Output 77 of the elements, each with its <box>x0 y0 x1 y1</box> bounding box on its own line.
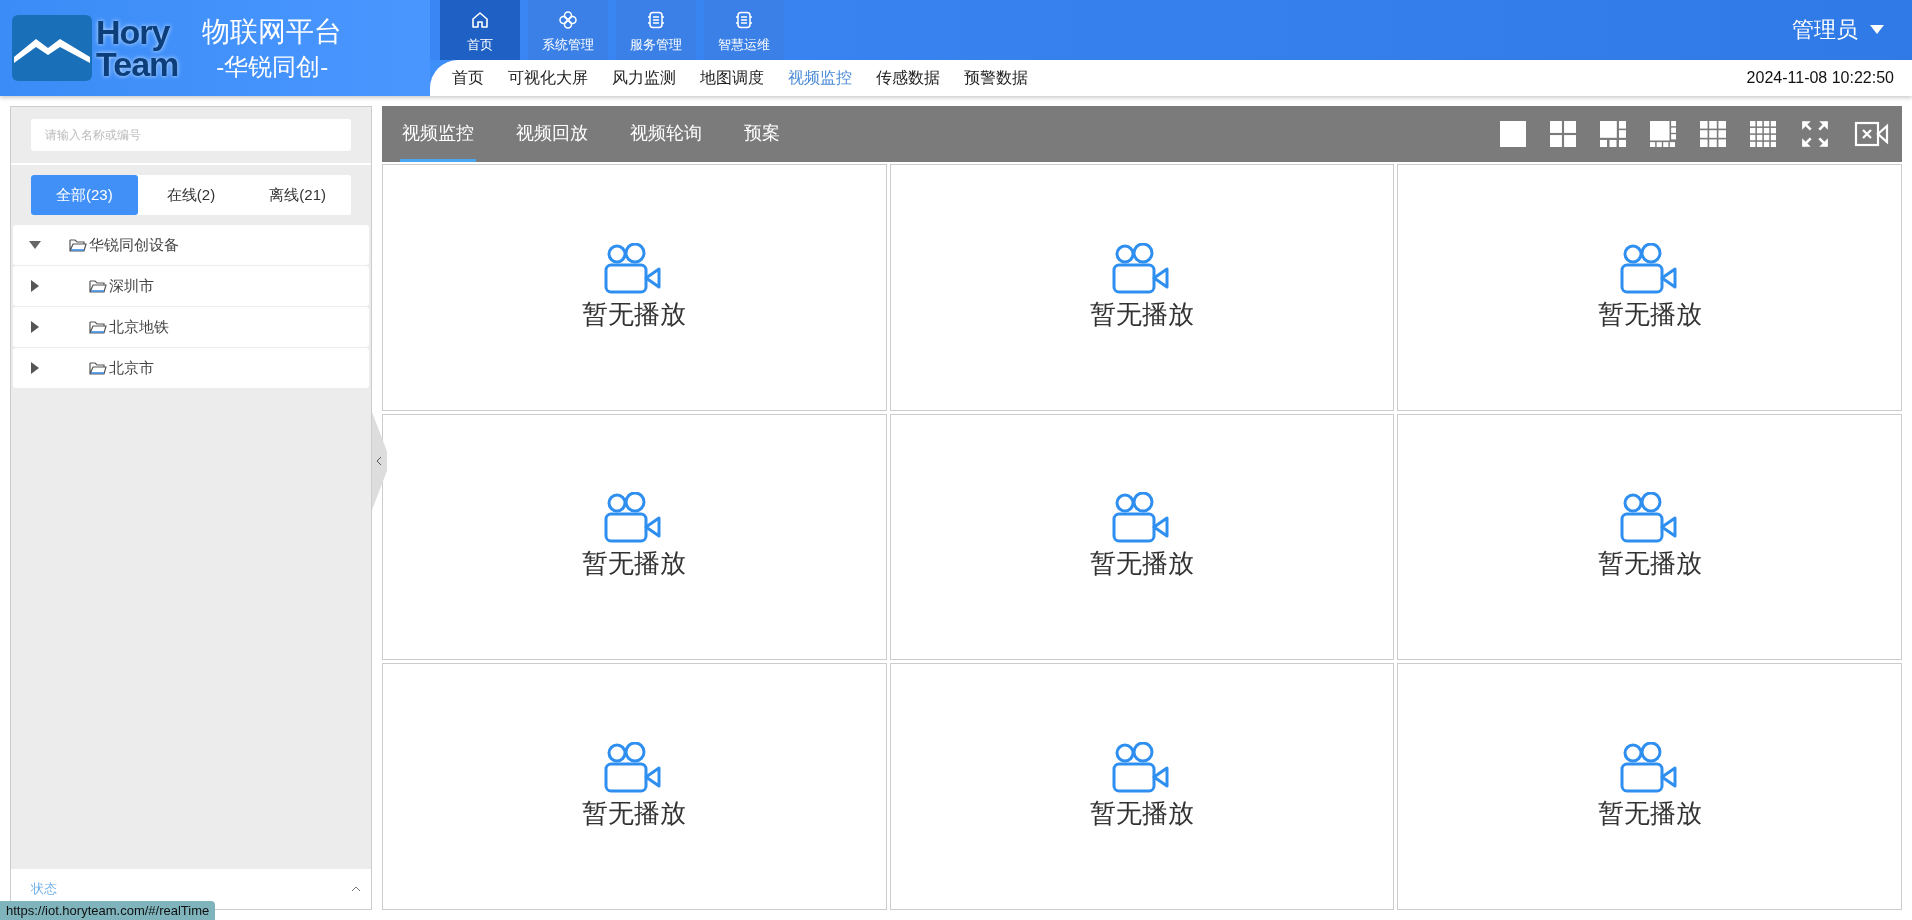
platform-title: 物联网平台 <box>202 15 343 49</box>
empty-text: 暂无播放 <box>1090 797 1194 831</box>
chevron-left-icon <box>376 456 382 466</box>
top-nav-tab[interactable]: 系统管理 <box>528 0 608 60</box>
tree-row[interactable]: 北京地铁 <box>13 307 369 347</box>
empty-text: 暂无播放 <box>582 547 687 581</box>
folder-icon <box>69 238 87 252</box>
nav-link[interactable]: 风力监测 <box>600 67 688 89</box>
fullscreen-icon[interactable] <box>1800 119 1830 149</box>
video-slot[interactable]: 暂无播放 <box>382 164 887 411</box>
layout-grid-icon[interactable] <box>1750 121 1776 147</box>
video-camera-icon <box>1112 242 1172 295</box>
caret-right-icon[interactable] <box>29 321 41 333</box>
top-nav-tab[interactable]: 首页 <box>440 0 520 60</box>
status-panel-title: 状态 <box>31 880 57 898</box>
layout-grid-icon[interactable] <box>1650 121 1676 147</box>
clock-text: 2024-11-08 10:22:50 <box>1746 69 1894 87</box>
nav-link[interactable]: 视频监控 <box>776 67 864 89</box>
chevron-up-icon[interactable] <box>351 886 361 892</box>
video-slot[interactable]: 暂无播放 <box>1397 663 1902 910</box>
clover-icon <box>558 10 578 30</box>
caret-down-icon[interactable] <box>29 239 41 251</box>
list-icon <box>646 10 666 30</box>
empty-text: 暂无播放 <box>582 297 687 331</box>
video-off-icon[interactable] <box>1854 121 1890 147</box>
layout-grid-icon[interactable] <box>1700 121 1726 147</box>
layout-grid-icon[interactable] <box>1600 121 1626 147</box>
empty-text: 暂无播放 <box>1090 547 1194 581</box>
empty-text: 暂无播放 <box>1597 797 1702 831</box>
nav-link[interactable]: 可视化大屏 <box>496 67 600 89</box>
empty-text: 暂无播放 <box>582 797 687 831</box>
video-slot[interactable]: 暂无播放 <box>889 663 1395 910</box>
nav-link[interactable]: 地图调度 <box>688 67 776 89</box>
folder-icon <box>89 279 107 293</box>
caret-right-icon[interactable] <box>29 280 41 292</box>
caret-right-icon[interactable] <box>29 362 41 374</box>
video-slot[interactable]: 暂无播放 <box>1397 164 1902 411</box>
video-tab[interactable]: 视频轮询 <box>628 106 704 162</box>
video-slot[interactable]: 暂无播放 <box>382 663 887 910</box>
video-tab[interactable]: 视频回放 <box>514 106 590 162</box>
folder-icon <box>89 320 107 334</box>
tree-item-label: 华锐同创设备 <box>89 235 179 255</box>
tree-item-label: 深圳市 <box>109 276 154 296</box>
url-tooltip: https://iot.horyteam.com/#/realTime <box>0 901 216 920</box>
nav-link[interactable]: 预警数据 <box>952 67 1040 89</box>
video-tab[interactable]: 预案 <box>742 106 782 162</box>
nav-link[interactable]: 首页 <box>440 67 496 89</box>
tree-row[interactable]: 华锐同创设备 <box>13 225 369 265</box>
video-slot[interactable]: 暂无播放 <box>1397 413 1902 661</box>
folder-icon <box>89 361 107 375</box>
top-nav-tab[interactable]: 智慧运维 <box>704 0 784 60</box>
video-slot[interactable]: 暂无播放 <box>889 164 1395 411</box>
video-tab[interactable]: 视频监控 <box>400 106 476 162</box>
video-camera-icon <box>1112 742 1172 795</box>
video-camera-icon <box>1619 492 1680 545</box>
nav-link[interactable]: 传感数据 <box>864 67 952 89</box>
tree-row[interactable]: 深圳市 <box>13 266 369 306</box>
video-slot[interactable]: 暂无播放 <box>382 413 887 661</box>
empty-text: 暂无播放 <box>1597 547 1702 581</box>
video-slot[interactable]: 暂无播放 <box>889 413 1395 661</box>
caret-icon <box>1870 25 1884 35</box>
top-nav-tab[interactable]: 服务管理 <box>616 0 696 60</box>
video-camera-icon <box>1619 242 1680 295</box>
mountain-logo-icon <box>12 15 92 81</box>
empty-text: 暂无播放 <box>1090 297 1194 331</box>
tree-item-label: 北京地铁 <box>109 317 169 337</box>
video-camera-icon <box>1619 742 1680 795</box>
user-menu[interactable]: 管理员 <box>1786 0 1890 60</box>
tree-item-label: 北京市 <box>109 358 154 378</box>
platform-subtitle: -华锐同创- <box>216 52 329 82</box>
layout-grid-icon[interactable] <box>1550 121 1576 147</box>
list-icon <box>734 10 754 30</box>
video-camera-icon <box>1112 492 1172 545</box>
search-field[interactable]: 请输入名称或编号 <box>31 119 351 151</box>
empty-text: 暂无播放 <box>1597 297 1702 331</box>
home-icon <box>470 10 490 30</box>
tree-row[interactable]: 北京市 <box>13 348 369 388</box>
